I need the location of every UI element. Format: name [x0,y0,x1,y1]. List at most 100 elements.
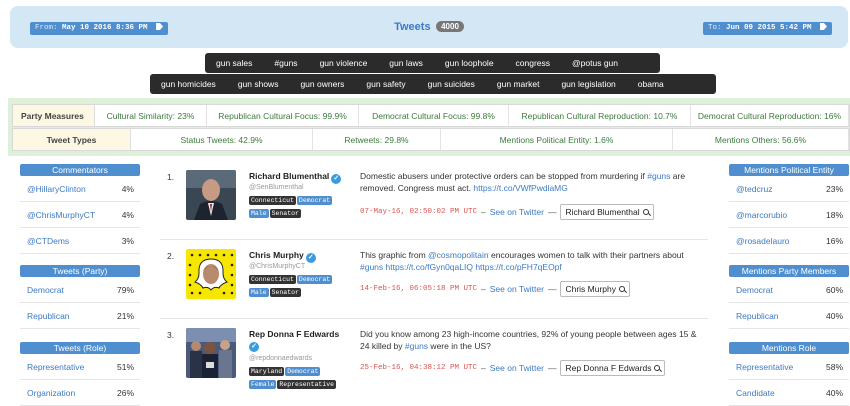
badge-party: Democrat [296,196,333,205]
list-item[interactable]: @tedcruz 23% [729,176,849,202]
tweet-meta: 07-May-16, 02:50:02 PM UTC – See on Twit… [360,204,654,220]
text-segment: were in the US? [428,341,491,351]
to-date-picker[interactable]: To: Jun 09 2015 5:42 PM [702,22,832,35]
badge-party: Democrat [296,275,333,284]
tweet-author[interactable]: Chris Murphy ✓ [249,250,316,263]
tweet-date: 25-Feb-16, 04:38:12 PM UTC [360,364,478,372]
keyword-tags-row-1: gun sales #guns gun violence gun laws gu… [205,53,660,73]
separator: — [547,207,557,217]
tweet-url-link[interactable]: https://t.co/VWfPwdlaMG [473,183,567,193]
keyword-tag[interactable]: gun laws [378,58,434,68]
keyword-tag[interactable]: obama [627,79,675,89]
list-item[interactable]: Republican 40% [729,303,849,329]
keyword-tag[interactable]: gun owners [289,79,355,89]
item-value: 23% [825,183,843,194]
keyword-tag[interactable]: @potus gun [561,58,629,68]
list-item[interactable]: @rosadelauro 16% [729,228,849,254]
badge-party: Democrat [285,367,321,376]
author-handle: @ChrisMurphyCT [249,263,306,270]
keyword-tag[interactable]: gun suicides [417,79,486,89]
measures-panel: Party Measures Cultural Similarity: 23% … [8,98,850,156]
hashtag-link[interactable]: #guns [405,341,428,351]
list-item[interactable]: Representative 51% [20,354,140,380]
to-value: Jun 09 2015 5:42 PM [725,24,812,32]
keyword-tag[interactable]: gun violence [309,58,379,68]
keyword-tag[interactable]: gun safety [355,79,416,89]
badge-state: Connecticut [249,196,296,205]
verified-icon: ✓ [305,253,316,263]
measure-cell: Mentions Political Entity: 1.6% [441,129,673,150]
search-author-label: Rep Donna F Edwards [565,363,652,373]
text-segment: This graphic from [360,250,429,260]
search-author-button[interactable]: Chris Murphy [560,281,630,297]
list-item[interactable]: @HillaryClinton 4% [20,176,140,202]
item-value: 4% [121,209,134,220]
keyword-tag[interactable]: #guns [263,58,308,68]
tweet-meta: 25-Feb-16, 04:38:12 PM UTC – See on Twit… [360,360,666,376]
tweets-role-panel: Tweets (Role) Representative 51% Organiza… [20,342,140,406]
item-value: 60% [825,284,843,295]
see-on-twitter-link[interactable]: See on Twitter [490,363,544,373]
title-text: Tweets [394,21,431,33]
mentions-party-panel: Mentions Party Members Democrat 60% Repub… [729,265,849,329]
search-author-button[interactable]: Rep Donna F Edwards [560,360,666,376]
hashtag-link[interactable]: #guns [647,171,670,181]
verified-icon: ✓ [331,174,342,184]
party-measures-label: Party Measures [13,105,95,126]
tweet-url-link[interactable]: https://t.co/fGyn0qaLIQ https://t.co/pFH… [386,262,562,272]
verified-icon: ✓ [249,342,259,352]
separator: – [481,207,486,217]
commentators-panel: Commentators @HillaryClinton 4% @ChrisMur… [20,164,140,254]
tweets-party-panel: Tweets (Party) Democrat 79% Republican 21% [20,265,140,329]
item-key: Representative [27,361,85,372]
item-key: @HillaryClinton [27,183,86,194]
keyword-tag[interactable]: gun sales [205,58,263,68]
tweet-date: 14-Feb-16, 06:05:18 PM UTC [360,285,478,293]
list-item[interactable]: Representative 58% [729,354,849,380]
separator: — [547,284,557,294]
measure-cell: Democrat Cultural Focus: 99.8% [359,105,509,126]
tweet-text: This graphic from @cosmopolitain encoura… [360,249,705,273]
item-value: 4% [121,183,134,194]
tweet-types-label: Tweet Types [13,129,131,150]
keyword-tag[interactable]: gun loophole [434,58,505,68]
badge-gender: Female [249,380,277,389]
hashtag-link[interactable]: #guns [360,262,383,272]
search-icon [654,365,661,371]
tweet-number: 3. [167,330,175,340]
item-value: 3% [121,235,134,246]
item-value: 40% [825,387,843,398]
list-item[interactable]: Candidate 40% [729,380,849,406]
list-item[interactable]: @CTDems 3% [20,228,140,254]
list-item[interactable]: Democrat 60% [729,277,849,303]
measure-cell: Mentions Others: 56.6% [673,129,849,150]
tweet-date: 07-May-16, 02:50:02 PM UTC [360,208,478,216]
author-badges: Connecticut Democrat Male Senator [249,194,349,220]
tweet-card: 1. Richard Blumenthal ✓ @SenBlumenthal Co… [160,164,708,240]
item-key: @CTDems [27,235,70,246]
item-key: Republican [27,310,70,321]
list-item[interactable]: @marcorubio 18% [729,202,849,228]
search-author-button[interactable]: Richard Blumenthal [560,204,654,220]
item-value: 40% [825,310,843,321]
mention-link[interactable]: @cosmopolitain [428,250,489,260]
list-item[interactable]: Democrat 79% [20,277,140,303]
see-on-twitter-link[interactable]: See on Twitter [490,284,544,294]
keyword-tag[interactable]: congress [505,58,562,68]
party-measures-row: Party Measures Cultural Similarity: 23% … [12,104,850,127]
item-key: Democrat [27,284,64,295]
keyword-tag[interactable]: gun shows [227,79,290,89]
keyword-tag[interactable]: gun homicides [150,79,227,89]
list-item[interactable]: Republican 21% [20,303,140,329]
panel-title: Mentions Political Entity [729,164,849,176]
keyword-tag[interactable]: gun market [486,79,551,89]
tweet-author[interactable]: Rep Donna F Edwards ✓ [249,329,339,352]
list-item[interactable]: @ChrisMurphyCT 4% [20,202,140,228]
list-item[interactable]: Organization 26% [20,380,140,406]
see-on-twitter-link[interactable]: See on Twitter [490,207,544,217]
keyword-tag[interactable]: gun legislation [550,79,626,89]
item-key: Candidate [736,387,775,398]
tweet-author[interactable]: Richard Blumenthal ✓ [249,171,342,184]
tweet-text: Did you know among 23 high-income countr… [360,328,705,352]
search-author-label: Chris Murphy [565,284,616,294]
